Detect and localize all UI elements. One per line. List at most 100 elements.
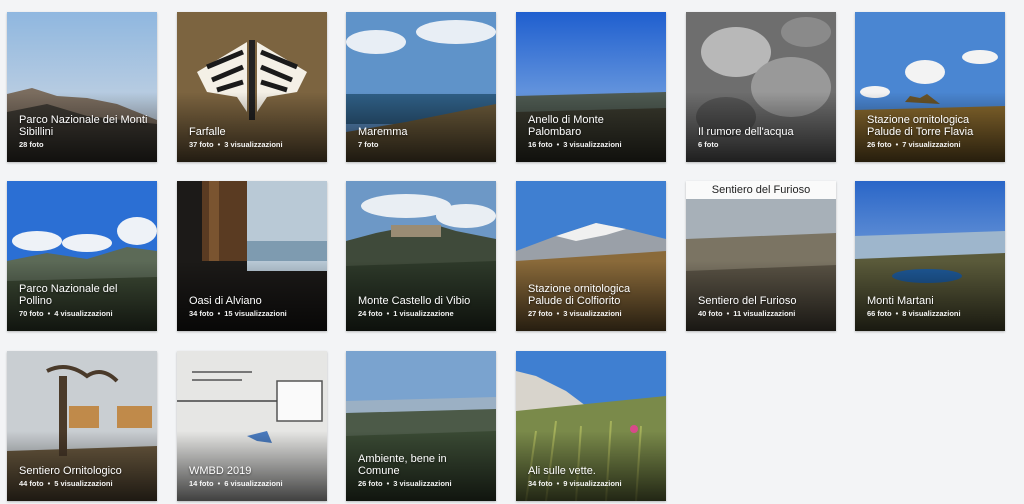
album-meta: 27 foto • 3 visualizzazioni <box>528 309 658 319</box>
view-count: 15 visualizzazioni <box>224 309 287 318</box>
album-meta: 70 foto • 4 visualizzazioni <box>19 309 149 319</box>
album-title: Monte Castello di Vibio <box>358 295 471 307</box>
album-info: WMBD 2019 14 foto • 6 visualizzazioni <box>189 465 319 489</box>
album-card[interactable]: Monte Castello di Vibio 24 foto • 1 visual… <box>346 181 496 331</box>
album-title: Stazione ornitologica Palude di Colfiori… <box>528 283 631 307</box>
album-grid: Parco Nazionale dei Monti Sibillini 28 f… <box>0 0 1024 504</box>
album-card[interactable]: Monti Martani 66 foto • 8 visualizzazioni <box>855 181 1005 331</box>
album-card[interactable]: Sentiero Ornitologico 44 foto • 5 visualiz… <box>7 351 157 501</box>
view-count: 4 visualizzazioni <box>54 309 113 318</box>
album-card[interactable]: Parco Nazionale dei Monti Sibillini 28 f… <box>7 12 157 162</box>
album-meta: 34 foto • 9 visualizzazioni <box>528 479 658 489</box>
album-title: Parco Nazionale del Pollino <box>19 283 118 307</box>
meta-separator: • <box>386 479 390 488</box>
album-title: WMBD 2019 <box>189 465 252 477</box>
album-card[interactable]: Oasi di Alviano 34 foto • 15 visualizzazio… <box>177 181 327 331</box>
photo-count: 40 foto <box>698 309 723 318</box>
album-info: Monte Castello di Vibio 24 foto • 1 visual… <box>358 295 488 319</box>
photo-count: 26 foto <box>867 140 892 149</box>
album-info: Oasi di Alviano 34 foto • 15 visualizzazio… <box>189 295 319 319</box>
photo-count: 37 foto <box>189 140 214 149</box>
view-count: 7 visualizzazioni <box>902 140 961 149</box>
album-info: Stazione ornitologica Palude di Torre Fl… <box>867 114 997 150</box>
album-meta: 24 foto • 1 visualizzazione <box>358 309 488 319</box>
album-meta: 26 foto • 7 visualizzazioni <box>867 140 997 150</box>
photo-count: 24 foto <box>358 309 383 318</box>
view-count: 5 visualizzazioni <box>54 479 113 488</box>
photo-count: 66 foto <box>867 309 892 318</box>
album-info: Sentiero del Furioso 40 foto • 11 visualiz… <box>698 295 828 319</box>
album-info: Parco Nazionale del Pollino 70 foto • 4 vi… <box>19 283 149 319</box>
album-title: Il rumore dell'acqua <box>698 126 794 138</box>
album-title: Sentiero Ornitologico <box>19 465 122 477</box>
album-info: Sentiero Ornitologico 44 foto • 5 visualiz… <box>19 465 149 489</box>
album-meta: 40 foto • 11 visualizzazioni <box>698 309 828 319</box>
album-card[interactable]: Stazione ornitologica Palude di Colfiori… <box>516 181 666 331</box>
photo-count: 70 foto <box>19 309 44 318</box>
album-title: Monti Martani <box>867 295 934 307</box>
album-meta: 7 foto <box>358 140 488 150</box>
album-info: Farfalle 37 foto • 3 visualizzazioni <box>189 126 319 150</box>
album-info: Ali sulle vette. 34 foto • 9 visualizzazio… <box>528 465 658 489</box>
album-card[interactable]: Parco Nazionale del Pollino 70 foto • 4 vi… <box>7 181 157 331</box>
album-meta: 6 foto <box>698 140 828 150</box>
album-card[interactable]: Il rumore dell'acqua 6 foto <box>686 12 836 162</box>
album-card[interactable]: Ali sulle vette. 34 foto • 9 visualizzazio… <box>516 351 666 501</box>
album-title: Anello di Monte Palombaro <box>528 114 604 138</box>
meta-separator: • <box>895 309 899 318</box>
album-info: Monti Martani 66 foto • 8 visualizzazioni <box>867 295 997 319</box>
meta-separator: • <box>47 309 51 318</box>
album-title: Sentiero del Furioso <box>698 295 797 307</box>
album-title: Farfalle <box>189 126 226 138</box>
album-card[interactable]: Stazione ornitologica Palude di Torre Fl… <box>855 12 1005 162</box>
photo-count: 16 foto <box>528 140 553 149</box>
album-title: Oasi di Alviano <box>189 295 262 307</box>
view-count: 3 visualizzazioni <box>224 140 283 149</box>
album-card[interactable]: Farfalle 37 foto • 3 visualizzazioni <box>177 12 327 162</box>
album-meta: 37 foto • 3 visualizzazioni <box>189 140 319 150</box>
meta-separator: • <box>895 140 899 149</box>
album-meta: 44 foto • 5 visualizzazioni <box>19 479 149 489</box>
album-meta: 14 foto • 6 visualizzazioni <box>189 479 319 489</box>
album-title: Maremma <box>358 126 408 138</box>
album-card[interactable]: Anello di Monte Palombaro 16 foto • 3 visu… <box>516 12 666 162</box>
photo-count: 34 foto <box>528 479 553 488</box>
meta-separator: • <box>556 479 560 488</box>
album-info: Anello di Monte Palombaro 16 foto • 3 visu… <box>528 114 658 150</box>
photo-count: 7 foto <box>358 140 379 149</box>
meta-separator: • <box>217 309 221 318</box>
photo-count: 6 foto <box>698 140 719 149</box>
view-count: 3 visualizzazioni <box>393 479 452 488</box>
view-count: 9 visualizzazioni <box>563 479 622 488</box>
album-card[interactable]: Sentiero del Furioso Sentiero del Furios… <box>686 181 836 331</box>
album-info: Ambiente, bene in Comune 26 foto • 3 visua… <box>358 453 488 489</box>
album-card[interactable]: Maremma 7 foto <box>346 12 496 162</box>
album-title: Stazione ornitologica Palude di Torre Fl… <box>867 114 974 138</box>
photo-count: 34 foto <box>189 309 214 318</box>
photo-count: 14 foto <box>189 479 214 488</box>
album-info: Il rumore dell'acqua 6 foto <box>698 126 828 150</box>
album-info: Parco Nazionale dei Monti Sibillini 28 f… <box>19 114 149 150</box>
thumbnail-banner: Sentiero del Furioso <box>686 181 836 199</box>
album-card[interactable]: WMBD 2019 14 foto • 6 visualizzazioni <box>177 351 327 501</box>
photo-count: 44 foto <box>19 479 44 488</box>
album-info: Stazione ornitologica Palude di Colfiori… <box>528 283 658 319</box>
meta-separator: • <box>217 140 221 149</box>
meta-separator: • <box>726 309 730 318</box>
album-meta: 26 foto • 3 visualizzazioni <box>358 479 488 489</box>
album-title: Ambiente, bene in Comune <box>358 453 447 477</box>
meta-separator: • <box>556 309 560 318</box>
meta-separator: • <box>386 309 390 318</box>
photo-count: 26 foto <box>358 479 383 488</box>
meta-separator: • <box>47 479 51 488</box>
album-card[interactable]: Ambiente, bene in Comune 26 foto • 3 visua… <box>346 351 496 501</box>
view-count: 3 visualizzazioni <box>563 140 622 149</box>
album-meta: 16 foto • 3 visualizzazioni <box>528 140 658 150</box>
album-title: Parco Nazionale dei Monti Sibillini <box>19 114 148 138</box>
photo-count: 28 foto <box>19 140 44 149</box>
meta-separator: • <box>217 479 221 488</box>
album-info: Maremma 7 foto <box>358 126 488 150</box>
album-meta: 28 foto <box>19 140 149 150</box>
meta-separator: • <box>556 140 560 149</box>
album-meta: 34 foto • 15 visualizzazioni <box>189 309 319 319</box>
